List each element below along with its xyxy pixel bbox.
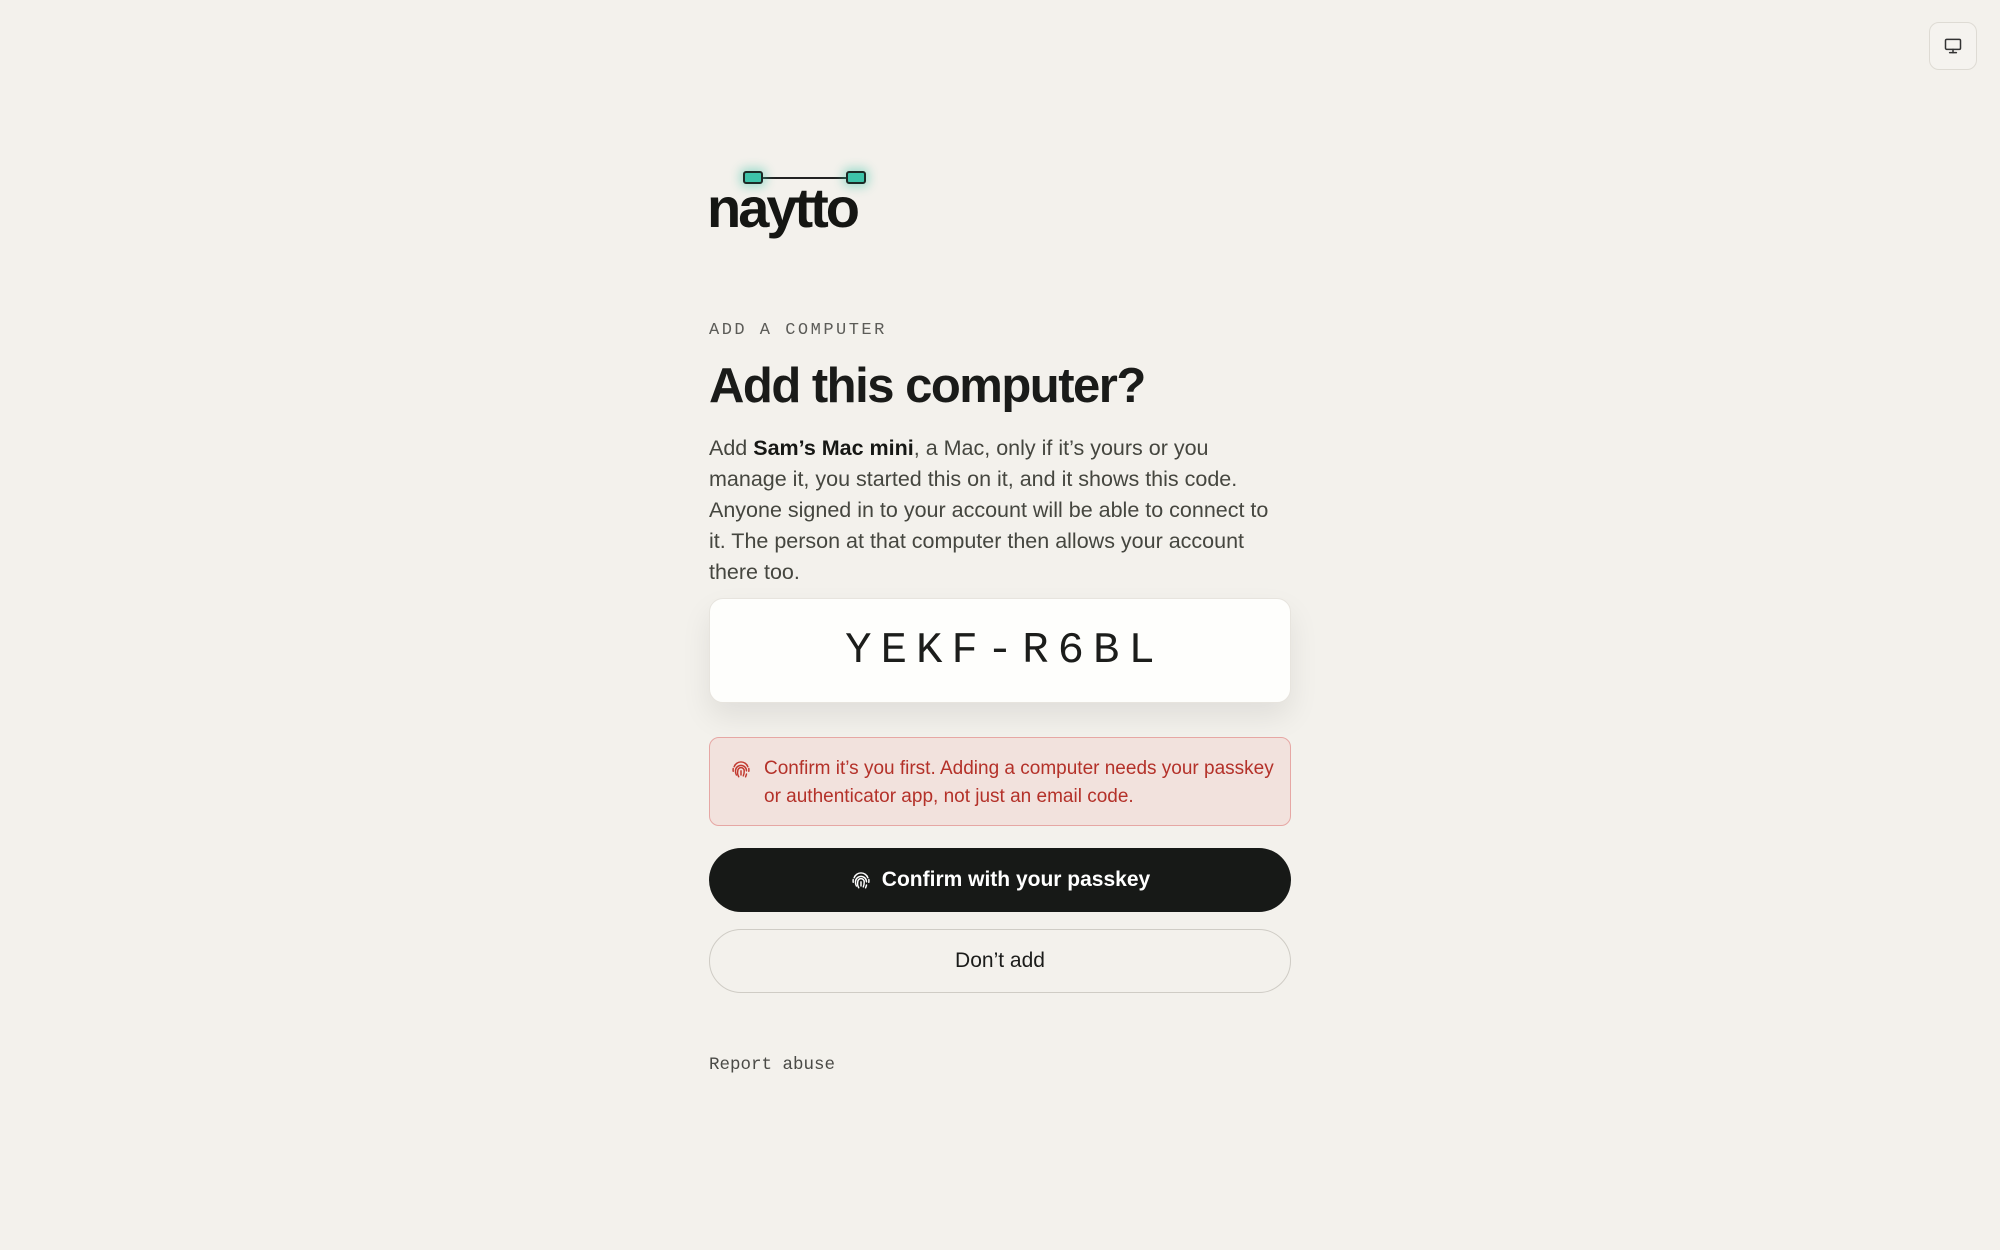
confirm-passkey-label: Confirm with your passkey — [881, 868, 1151, 891]
logo-wordmark: naytto — [707, 176, 860, 239]
dont-add-button[interactable]: Don’t add — [709, 929, 1291, 993]
pairing-code-card: YEKF-R6BL — [709, 598, 1291, 703]
fingerprint-icon — [850, 869, 872, 891]
confirm-passkey-button[interactable]: Confirm with your passkey — [709, 848, 1291, 912]
logo: naytto — [707, 160, 909, 250]
device-name: Sam’s Mac mini — [753, 436, 914, 460]
description-lead: Add — [709, 436, 754, 460]
monitor-icon — [1943, 36, 1963, 56]
page-eyebrow: ADD A COMPUTER — [709, 321, 887, 340]
fingerprint-icon — [730, 758, 752, 780]
dont-add-label: Don’t add — [955, 949, 1045, 972]
passkey-required-alert: Confirm it’s you first. Adding a compute… — [709, 737, 1291, 826]
page-title: Add this computer? — [709, 359, 1146, 413]
pairing-code: YEKF-R6BL — [845, 625, 1164, 676]
alert-message: Confirm it’s you first. Adding a compute… — [764, 758, 1274, 807]
report-abuse-link[interactable]: Report abuse — [709, 1055, 835, 1075]
page-description: Add Sam’s Mac mini, a Mac, only if it’s … — [709, 433, 1291, 588]
display-mode-button[interactable] — [1929, 22, 1977, 70]
